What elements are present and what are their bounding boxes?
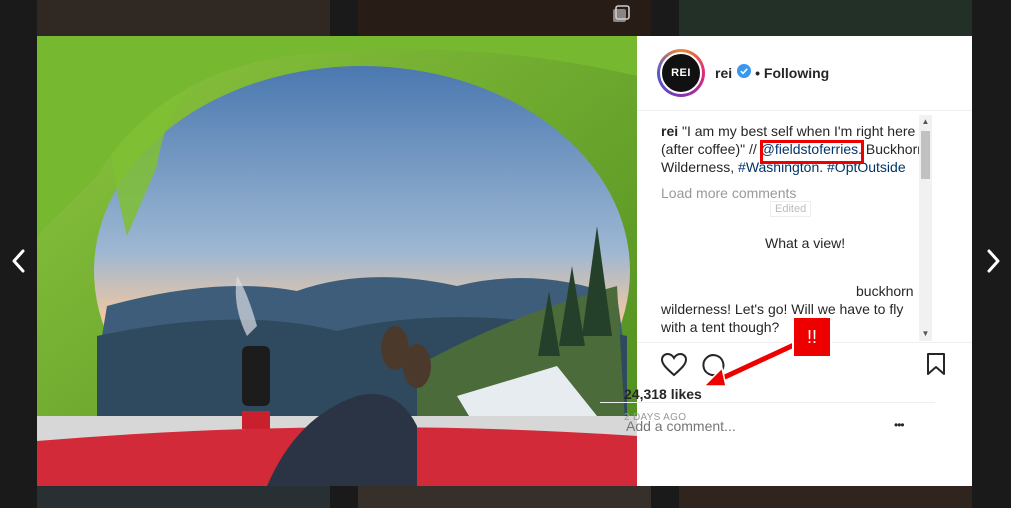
comment-2-fragment: buckhorn [856, 283, 914, 299]
like-heart-icon[interactable] [660, 352, 688, 382]
scrollbar-thumb[interactable] [921, 131, 930, 179]
caption-username[interactable]: rei [661, 123, 678, 139]
likes-count[interactable]: 24,318 likes [624, 386, 702, 402]
scroll-up-arrow-icon[interactable]: ▲ [919, 115, 932, 129]
edited-label: Edited [770, 201, 812, 217]
avatar-ring[interactable]: REI [657, 49, 705, 97]
scroll-down-arrow-icon[interactable]: ▼ [919, 327, 932, 341]
annotation-highlight-box [760, 140, 864, 164]
following-status[interactable]: • Following [755, 65, 829, 81]
username-link[interactable]: rei [715, 65, 732, 81]
post-photo[interactable] [37, 36, 637, 486]
annotation-badge: !! [792, 316, 832, 358]
add-comment-bar: ••• [600, 402, 935, 450]
more-options-icon[interactable]: ••• [894, 418, 905, 432]
save-bookmark-icon[interactable] [927, 353, 945, 380]
comments-scrollbar[interactable]: ▲ ▼ [919, 115, 932, 341]
comment-1: What a view! [765, 235, 846, 251]
carousel-icon [612, 5, 630, 23]
add-comment-input[interactable] [624, 417, 878, 435]
previous-post-arrow-icon[interactable] [4, 246, 34, 276]
annotation-arrow [702, 340, 798, 387]
post-header: REI rei • Following [637, 36, 972, 111]
next-post-arrow-icon[interactable] [978, 246, 1008, 276]
avatar[interactable]: REI [660, 52, 702, 94]
tent-view-illustration [37, 36, 637, 486]
verified-badge-icon [737, 63, 752, 83]
